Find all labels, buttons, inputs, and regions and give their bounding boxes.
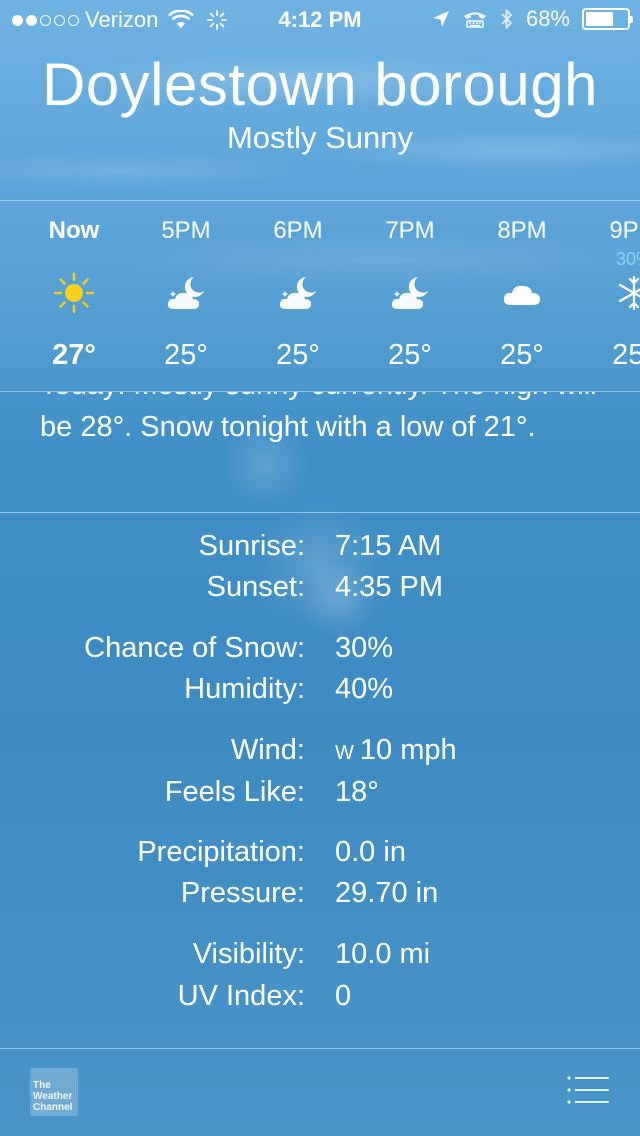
detail-value: 0.0 in (335, 836, 406, 868)
location-arrow-icon (432, 11, 449, 27)
detail-value: 40% (335, 673, 394, 705)
detail-pressure: Pressure: 29.70 in (0, 877, 640, 917)
daily-summary: Today: Mostly sunny currently. The high … (0, 392, 640, 512)
hour-label: Now (48, 217, 100, 244)
summary-text: Today: Mostly sunny currently. The high … (40, 392, 597, 443)
hour-temp: 27° (52, 339, 96, 371)
hourly-item: Now 27° (18, 201, 130, 391)
city-name: Doylestown borough (41, 51, 598, 118)
partly-cloudy-night-icon (388, 271, 432, 315)
city-list-button[interactable] (566, 1074, 610, 1106)
detail-label: Chance of Snow: (84, 632, 305, 664)
partly-cloudy-night-icon (164, 271, 208, 315)
detail-value: 30% (335, 632, 394, 664)
detail-chance-of-snow: Chance of Snow: 30% (0, 632, 640, 672)
hourly-item: 5PM 25° (130, 201, 242, 391)
hour-temp: 25° (164, 339, 208, 371)
hourly-forecast[interactable]: Now 27°5PM 25°6PM 25°7PM 25°8PM 25°9PM30… (0, 200, 640, 392)
battery-icon (582, 8, 633, 30)
hour-temp: 25° (276, 339, 320, 371)
detail-label: Feels Like: (164, 776, 305, 808)
detail-label: Sunrise: (198, 530, 305, 562)
hour-precip-chance: 30% (615, 249, 640, 269)
cloud-icon (500, 271, 544, 315)
hourly-item: 9PM 30% 25° (578, 201, 640, 391)
hourly-item: 8PM 25° (466, 201, 578, 391)
detail-label: Sunset: (206, 571, 305, 603)
sun-icon (52, 271, 96, 315)
bluetooth-icon (501, 8, 513, 30)
hourly-item: 7PM 25° (354, 201, 466, 391)
detail-wind: Wind: W 10 mph (0, 734, 640, 774)
detail-label: Humidity: (184, 673, 305, 705)
hour-temp: 25° (500, 339, 544, 371)
detail-value: W 10 mph (335, 734, 457, 767)
tty-icon (463, 12, 486, 28)
detail-label: Wind: (230, 734, 305, 766)
detail-label: Pressure: (180, 877, 305, 909)
detail-label: Precipitation: (137, 836, 305, 868)
hour-label: 6PM (273, 217, 323, 244)
detail-value: 18° (335, 776, 379, 808)
hour-label: 5PM (161, 217, 211, 244)
detail-feels-like: Feels Like: 18° (0, 776, 640, 816)
wind-speed: 10 mph (359, 734, 457, 766)
hour-temp: 25° (388, 339, 432, 371)
status-bar: Verizon 4:12 PM 68% (0, 0, 640, 40)
hour-temp: 25° (612, 339, 640, 371)
current-condition: Mostly Sunny (226, 120, 414, 155)
detail-sunset: Sunset: 4:35 PM (0, 571, 640, 611)
detail-visibility: Visibility: 10.0 mi (0, 938, 640, 978)
detail-sunrise: Sunrise: 7:15 AM (0, 530, 640, 570)
detail-value: 0 (335, 980, 352, 1012)
detail-value: 7:15 AM (335, 530, 442, 562)
detail-value: 4:35 PM (335, 571, 443, 603)
weather-channel-logo[interactable]: The Weather Channel (30, 1068, 78, 1116)
hour-label: 9PM (609, 217, 640, 244)
hour-label: 7PM (385, 217, 435, 244)
detail-label: UV Index: (177, 980, 305, 1012)
wind-direction: W (335, 742, 354, 764)
detail-precipitation: Precipitation: 0.0 in (0, 836, 640, 876)
partly-cloudy-night-icon (276, 271, 320, 315)
snowflake-icon (612, 271, 640, 315)
hour-label: 8PM (497, 217, 547, 244)
status-icons: 68% (432, 6, 633, 32)
divider (0, 512, 640, 513)
divider (0, 1048, 640, 1049)
hourly-item: 6PM 25° (242, 201, 354, 391)
detail-value: 29.70 in (335, 877, 439, 909)
detail-uv-index: UV Index: 0 (0, 980, 640, 1020)
battery-percent: 68% (525, 6, 570, 31)
detail-humidity: Humidity: 40% (0, 673, 640, 713)
detail-value: 10.0 mi (335, 938, 431, 970)
detail-label: Visibility: (192, 938, 305, 970)
